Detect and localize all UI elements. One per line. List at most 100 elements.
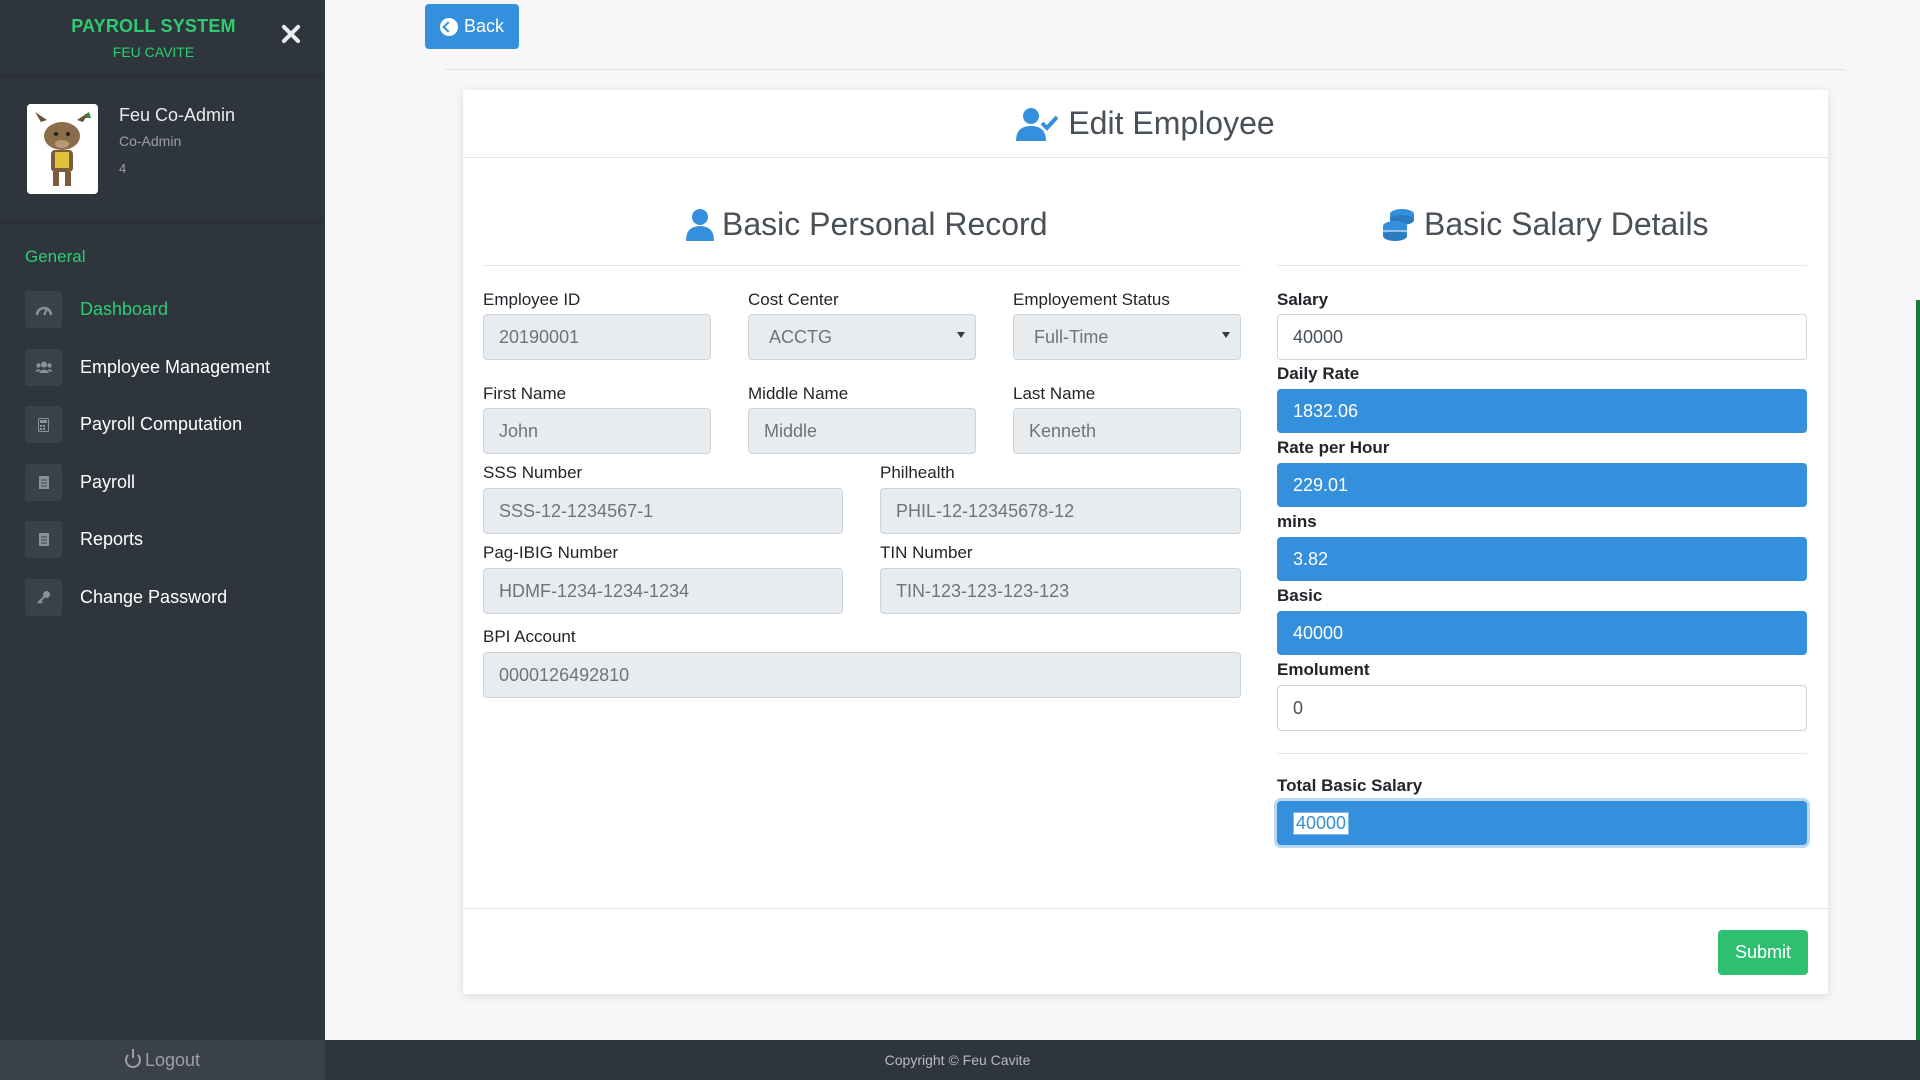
salary-field[interactable]: 40000: [1277, 314, 1807, 360]
salary-section-label: Basic Salary Details: [1424, 206, 1709, 242]
mins-field[interactable]: 3.82: [1277, 537, 1807, 581]
sidebar-item-label: Employee Management: [80, 356, 271, 377]
employee-id-label: Employee ID: [483, 290, 581, 309]
mins-label: mins: [1277, 512, 1317, 531]
cost-center-value: ACCTG: [769, 326, 832, 347]
sidebar-nav: Dashboard Employee Management Payroll Co…: [0, 281, 325, 626]
bpi-account-field[interactable]: 0000126492810: [483, 652, 1241, 698]
card-header: Edit Employee: [463, 90, 1828, 158]
sidebar-item-payroll[interactable]: Payroll: [0, 454, 325, 512]
philhealth-value: PHIL-12-12345678-12: [896, 500, 1075, 521]
profile-name: Feu Co-Admin: [119, 105, 236, 125]
bpi-account-label: BPI Account: [483, 627, 576, 646]
salary-value: 40000: [1293, 326, 1344, 347]
brand-title: PAYROLL SYSTEM: [71, 16, 236, 36]
sidebar-item-label: Change Password: [80, 586, 228, 607]
logout-button[interactable]: Logout: [0, 1040, 325, 1080]
sss-number-field[interactable]: SSS-12-1234567-1: [483, 488, 843, 534]
caret-down-icon: [1222, 332, 1230, 338]
divider: [483, 265, 1241, 266]
total-basic-salary-value: 40000: [1293, 811, 1350, 835]
first-name-value: John: [499, 420, 539, 441]
power-icon: [124, 1049, 141, 1068]
brand-subtitle: FEU CAVITE: [112, 44, 195, 60]
sidebar: PAYROLL SYSTEM FEU CAVITE Feu Co-Admin C…: [0, 0, 325, 1080]
profile-id: 4: [119, 161, 127, 176]
card-footer: Submit: [463, 908, 1828, 994]
divider: [1277, 753, 1807, 754]
sidebar-item-payroll-computation[interactable]: Payroll Computation: [0, 396, 325, 454]
pagibig-number-label: Pag-IBIG Number: [483, 543, 619, 562]
caret-down-icon: [957, 332, 965, 338]
sidebar-item-label: Reports: [80, 529, 144, 550]
middle-name-value: Middle: [764, 420, 818, 441]
nav-header: General: [25, 247, 86, 266]
back-label: Back: [463, 16, 505, 36]
sidebar-item-dashboard[interactable]: Dashboard: [0, 281, 325, 339]
tin-number-field[interactable]: TIN-123-123-123-123: [880, 568, 1241, 614]
file-icon: [25, 521, 62, 559]
close-icon[interactable]: [278, 22, 304, 48]
brand: PAYROLL SYSTEM FEU CAVITE: [0, 0, 325, 77]
sidebar-item-employee-management[interactable]: Employee Management: [0, 339, 325, 397]
rate-per-hour-value: 229.01: [1293, 474, 1349, 495]
divider: [1277, 265, 1807, 266]
sss-number-label: SSS Number: [483, 463, 583, 482]
first-name-label: First Name: [483, 384, 567, 403]
user-check-icon: [1016, 107, 1059, 141]
rate-per-hour-field[interactable]: 229.01: [1277, 463, 1807, 507]
footer: Copyright © Feu Cavite: [325, 1040, 1920, 1080]
middle-name-field[interactable]: Middle: [748, 408, 976, 454]
coins-icon: [1382, 208, 1416, 242]
daily-rate-value: 1832.06: [1293, 400, 1359, 421]
salary-section-title: Basic Salary Details: [1382, 206, 1709, 243]
scrollbar[interactable]: [1916, 300, 1920, 1080]
emolument-field[interactable]: 0: [1277, 685, 1807, 731]
sidebar-item-label: Dashboard: [80, 299, 169, 320]
total-basic-salary-field[interactable]: 40000: [1277, 801, 1807, 845]
last-name-field[interactable]: Kenneth: [1013, 408, 1241, 454]
personal-section-label: Basic Personal Record: [722, 206, 1048, 242]
basic-label: Basic: [1277, 586, 1323, 605]
submit-button[interactable]: Submit: [1718, 930, 1808, 975]
salary-label: Salary: [1277, 290, 1329, 309]
total-basic-salary-label: Total Basic Salary: [1277, 776, 1423, 795]
daily-rate-label: Daily Rate: [1277, 364, 1360, 383]
dashboard-icon: [25, 291, 62, 329]
avatar: [27, 104, 98, 194]
cost-center-label: Cost Center: [748, 290, 839, 309]
logout-label: Logout: [144, 1049, 201, 1070]
pagibig-number-field[interactable]: HDMF-1234-1234-1234: [483, 568, 843, 614]
employee-id-value: 20190001: [499, 326, 580, 347]
philhealth-field[interactable]: PHIL-12-12345678-12: [880, 488, 1241, 534]
sidebar-item-change-password[interactable]: Change Password: [0, 569, 325, 627]
employment-status-value: Full-Time: [1034, 326, 1109, 347]
employment-status-label: Employement Status: [1013, 290, 1170, 309]
bpi-account-value: 0000126492810: [499, 664, 630, 685]
user-icon: [686, 208, 714, 241]
calculator-icon: [25, 406, 62, 444]
philhealth-label: Philhealth: [880, 463, 955, 482]
copyright-text: Copyright © Feu Cavite: [884, 1052, 1031, 1068]
sss-number-value: SSS-12-1234567-1: [499, 500, 654, 521]
profile-role: Co-Admin: [119, 133, 182, 149]
middle-name-label: Middle Name: [748, 384, 849, 403]
cost-center-select[interactable]: ACCTG: [748, 314, 976, 360]
personal-section-title: Basic Personal Record: [686, 206, 1047, 243]
sidebar-item-reports[interactable]: Reports: [0, 511, 325, 569]
file-icon: [25, 463, 62, 501]
emolument-value: 0: [1293, 697, 1304, 718]
sidebar-item-label: Payroll: [80, 471, 136, 492]
back-button[interactable]: Back: [425, 4, 519, 49]
employment-status-select[interactable]: Full-Time: [1013, 314, 1241, 360]
users-icon: [25, 348, 62, 386]
basic-value: 40000: [1293, 622, 1344, 643]
mins-value: 3.82: [1293, 548, 1329, 569]
last-name-value: Kenneth: [1029, 420, 1097, 441]
basic-field[interactable]: 40000: [1277, 611, 1807, 655]
daily-rate-field[interactable]: 1832.06: [1277, 389, 1807, 433]
page-title: Edit Employee: [1068, 105, 1275, 141]
first-name-field[interactable]: John: [483, 408, 711, 454]
employee-id-field[interactable]: 20190001: [483, 314, 711, 360]
last-name-label: Last Name: [1013, 384, 1096, 403]
